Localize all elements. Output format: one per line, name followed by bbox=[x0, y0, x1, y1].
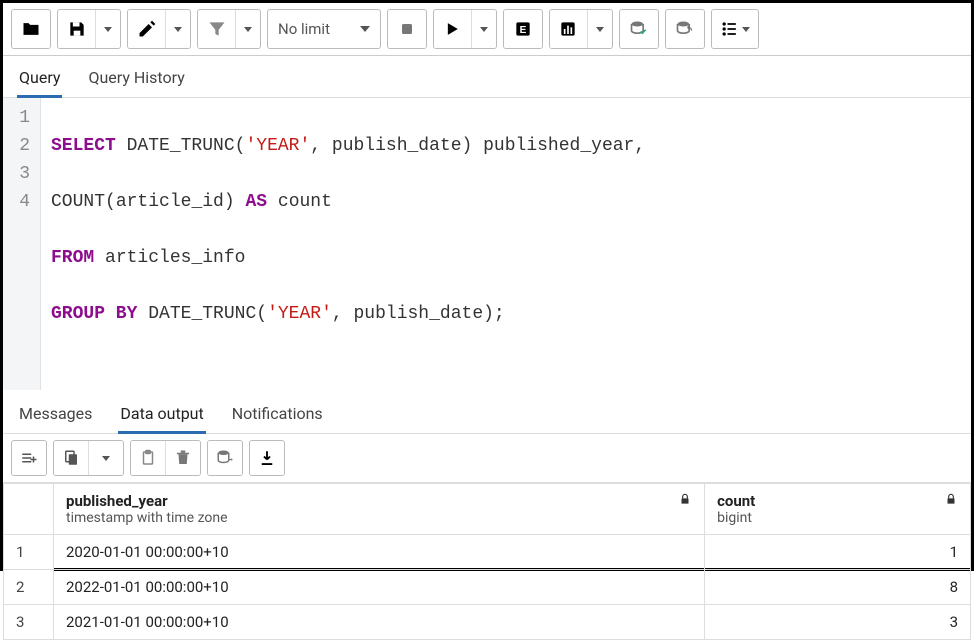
trash-icon bbox=[174, 449, 192, 467]
chevron-down-icon bbox=[480, 27, 488, 32]
cell[interactable]: 2022-01-01 00:00:00+10 bbox=[54, 570, 705, 605]
download-button[interactable] bbox=[250, 441, 284, 475]
limit-label: No limit bbox=[278, 20, 330, 38]
header-row: published_year timestamp with time zone … bbox=[4, 484, 971, 535]
results-toolbar bbox=[3, 434, 971, 483]
explain-button[interactable]: E bbox=[504, 10, 542, 48]
tab-messages[interactable]: Messages bbox=[17, 398, 94, 433]
row-number: 3 bbox=[4, 605, 54, 640]
sql-code[interactable]: SELECT DATE_TRUNC('YEAR', publish_date) … bbox=[41, 98, 971, 390]
filter-icon bbox=[207, 19, 227, 39]
column-name: count bbox=[717, 492, 755, 510]
copy-button[interactable] bbox=[54, 441, 89, 475]
chevron-down-icon bbox=[360, 26, 370, 32]
line-number: 4 bbox=[11, 188, 30, 216]
commit-button[interactable] bbox=[620, 10, 658, 48]
open-file-button[interactable] bbox=[12, 10, 50, 48]
column-type: timestamp with time zone bbox=[66, 510, 228, 526]
edit-dropdown-button[interactable] bbox=[166, 10, 190, 48]
cell[interactable]: 2020-01-01 00:00:00+10 bbox=[54, 535, 705, 570]
line-number: 1 bbox=[11, 104, 30, 132]
chevron-down-icon bbox=[244, 27, 252, 32]
filter-dropdown-button[interactable] bbox=[236, 10, 260, 48]
database-check-icon bbox=[629, 19, 649, 39]
list-icon bbox=[720, 19, 740, 39]
paste-button[interactable] bbox=[131, 441, 166, 475]
line-gutter: 1 2 3 4 bbox=[3, 98, 41, 390]
lock-icon bbox=[678, 492, 692, 510]
svg-text:E: E bbox=[520, 25, 527, 36]
chevron-down-icon bbox=[174, 27, 182, 32]
rollback-button[interactable] bbox=[666, 10, 704, 48]
cell[interactable]: 8 bbox=[705, 570, 971, 605]
corner-cell bbox=[4, 484, 54, 535]
download-icon bbox=[258, 449, 276, 467]
delete-row-button[interactable] bbox=[166, 441, 200, 475]
tab-data-output[interactable]: Data output bbox=[118, 398, 205, 433]
stop-icon bbox=[397, 19, 417, 39]
save-dropdown-button[interactable] bbox=[96, 10, 120, 48]
explain-icon: E bbox=[513, 19, 533, 39]
explain-analyze-button[interactable] bbox=[550, 10, 588, 48]
tab-query-history[interactable]: Query History bbox=[86, 62, 186, 97]
table-row[interactable]: 2 2022-01-01 00:00:00+10 8 bbox=[4, 570, 971, 605]
table-row[interactable]: 1 2020-01-01 00:00:00+10 1 bbox=[4, 535, 971, 570]
lock-icon bbox=[944, 492, 958, 510]
explain-dropdown-button[interactable] bbox=[588, 10, 612, 48]
filter-button[interactable] bbox=[198, 10, 236, 48]
column-header[interactable]: published_year timestamp with time zone bbox=[54, 484, 705, 535]
column-header[interactable]: count bigint bbox=[705, 484, 971, 535]
folder-icon bbox=[21, 19, 41, 39]
save-button[interactable] bbox=[58, 10, 96, 48]
line-number: 3 bbox=[11, 160, 30, 188]
main-toolbar: No limit E bbox=[3, 3, 971, 56]
tab-notifications[interactable]: Notifications bbox=[230, 398, 325, 433]
add-row-button[interactable] bbox=[12, 441, 46, 475]
chevron-down-icon bbox=[596, 27, 604, 32]
clipboard-icon bbox=[139, 449, 157, 467]
query-tabs: Query Query History bbox=[3, 56, 971, 98]
sql-editor[interactable]: 1 2 3 4 SELECT DATE_TRUNC('YEAR', publis… bbox=[3, 98, 971, 390]
database-undo-icon bbox=[675, 19, 695, 39]
add-row-icon bbox=[20, 449, 38, 467]
copy-icon bbox=[62, 449, 80, 467]
play-icon bbox=[442, 19, 462, 39]
edit-button[interactable] bbox=[128, 10, 166, 48]
execute-button[interactable] bbox=[434, 10, 472, 48]
macros-button[interactable] bbox=[712, 10, 758, 48]
cell[interactable]: 1 bbox=[705, 535, 971, 570]
row-number: 1 bbox=[4, 535, 54, 570]
pencil-icon bbox=[137, 19, 157, 39]
result-tabs: Messages Data output Notifications bbox=[3, 390, 971, 434]
line-number: 2 bbox=[11, 132, 30, 160]
table-row[interactable]: 3 2021-01-01 00:00:00+10 3 bbox=[4, 605, 971, 640]
limit-select[interactable]: No limit bbox=[267, 9, 381, 49]
row-number: 2 bbox=[4, 570, 54, 605]
bar-chart-icon bbox=[558, 19, 578, 39]
cell[interactable]: 2021-01-01 00:00:00+10 bbox=[54, 605, 705, 640]
cell[interactable]: 3 bbox=[705, 605, 971, 640]
chevron-down-icon bbox=[102, 456, 110, 461]
stop-button[interactable] bbox=[388, 10, 426, 48]
execute-dropdown-button[interactable] bbox=[472, 10, 496, 48]
tab-query[interactable]: Query bbox=[17, 62, 62, 97]
database-save-icon bbox=[216, 449, 234, 467]
chevron-down-icon bbox=[742, 27, 750, 32]
column-name: published_year bbox=[66, 492, 228, 510]
save-data-button[interactable] bbox=[208, 441, 242, 475]
copy-dropdown-button[interactable] bbox=[89, 441, 123, 475]
save-icon bbox=[67, 19, 87, 39]
chevron-down-icon bbox=[104, 27, 112, 32]
column-type: bigint bbox=[717, 510, 755, 526]
results-grid[interactable]: published_year timestamp with time zone … bbox=[3, 483, 971, 640]
query-tool: No limit E bbox=[0, 0, 974, 571]
